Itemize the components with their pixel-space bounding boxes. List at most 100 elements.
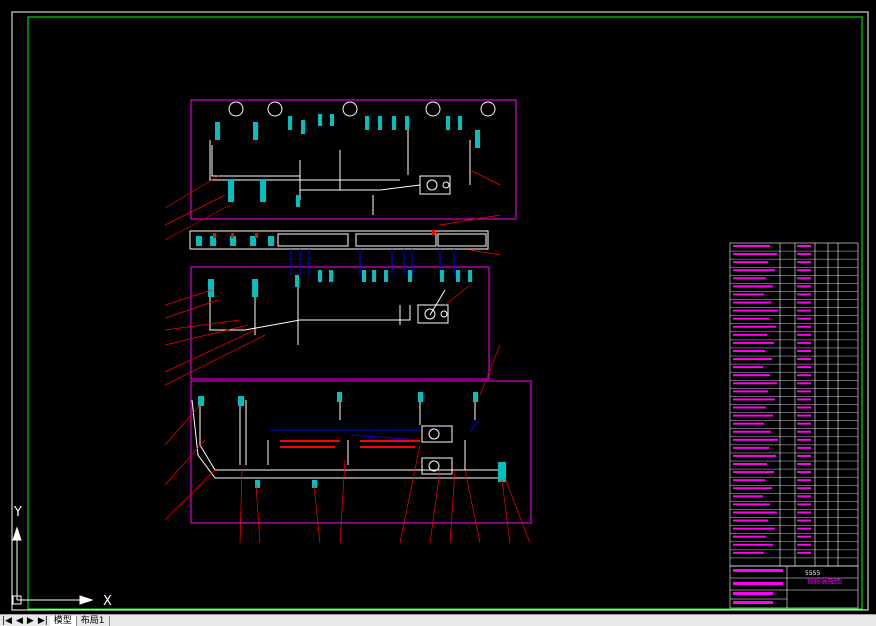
parts-row-qty: [797, 463, 811, 466]
parts-row-qty: [797, 358, 811, 361]
bottom-view-blue-lines: [270, 419, 479, 441]
title-block-drawing-title: 管路装配图: [807, 576, 842, 585]
parts-row-qty: [797, 309, 811, 312]
parts-row-qty: [797, 325, 811, 328]
parts-row-text: [733, 358, 772, 361]
parts-row-text: [733, 446, 769, 449]
prev-tab-button[interactable]: ◀: [14, 616, 25, 626]
parts-row-qty: [797, 245, 811, 247]
parts-row-text: [733, 463, 767, 466]
parts-row-text: [733, 366, 763, 369]
top-view-box: [190, 99, 517, 220]
parts-row-text: [733, 245, 770, 247]
parts-row-qty: [797, 366, 811, 369]
next-tab-button[interactable]: ▶: [25, 616, 36, 626]
parts-row-text: [733, 503, 770, 506]
parts-row-text: [733, 293, 764, 296]
parts-row-qty: [797, 253, 811, 256]
parts-row-text: [733, 261, 768, 264]
bottom-view-annotations: [280, 440, 420, 448]
parts-row-text: [733, 527, 775, 530]
tab-layout1[interactable]: 布局1: [77, 615, 110, 626]
parts-row-text: [733, 406, 766, 409]
parts-row-qty: [797, 422, 811, 425]
parts-row-text: [733, 277, 766, 280]
parts-row-text: [733, 309, 778, 312]
parts-row-qty: [797, 487, 811, 490]
parts-row-text: [733, 301, 771, 304]
bottom-view-pipes: [191, 399, 501, 479]
parts-row-qty: [797, 406, 811, 409]
parts-row-qty: [797, 543, 811, 546]
parts-row-qty: [797, 398, 811, 401]
top-view-pipes: [209, 130, 471, 215]
parts-row-text: [733, 317, 769, 320]
ucs-y-label: Y: [13, 505, 22, 520]
parts-row-qty: [797, 438, 811, 441]
valve-fittings-top: [215, 114, 480, 207]
parts-row-text: [733, 422, 764, 425]
parts-row-text: [733, 454, 776, 457]
ucs-x-label: X: [103, 594, 112, 609]
parts-row-qty: [797, 527, 811, 530]
middle-view-pipes: [209, 285, 446, 345]
parts-row-qty: [797, 382, 811, 385]
parts-row-text: [733, 253, 777, 256]
first-tab-button[interactable]: |◀: [0, 616, 14, 626]
parts-row-qty: [797, 390, 811, 393]
parts-row-qty: [797, 471, 811, 474]
parts-row-qty: [797, 374, 811, 377]
parts-row-qty: [797, 551, 811, 554]
parts-row-text: [733, 398, 775, 401]
parts-row-text: [733, 479, 765, 482]
ucs-icon: [12, 526, 94, 605]
parts-row-text: [733, 551, 764, 554]
parts-row-text: [733, 382, 777, 385]
pump-unit-middle: [417, 304, 449, 324]
parts-row-text: [733, 269, 775, 272]
parts-row-qty: [797, 269, 811, 272]
cad-drawing-canvas[interactable]: 管路装配图 5555 Y X: [0, 0, 876, 625]
parts-row-text: [733, 325, 776, 328]
parts-row-qty: [797, 349, 811, 352]
parts-row-qty: [797, 414, 811, 417]
parts-row-text: [733, 535, 766, 538]
parts-row-text: [733, 374, 770, 377]
parts-row-qty: [797, 454, 811, 457]
parts-row-text: [733, 349, 765, 352]
parts-row-qty: [797, 503, 811, 506]
parts-row-qty: [797, 293, 811, 296]
last-tab-button[interactable]: ▶|: [36, 616, 50, 626]
parts-row-text: [733, 543, 773, 546]
parts-row-text: [733, 438, 778, 441]
parts-row-qty: [797, 479, 811, 482]
parts-row-qty: [797, 285, 811, 288]
tab-model[interactable]: 模型: [49, 615, 77, 626]
parts-row-qty: [797, 317, 811, 320]
layout-tab-bar: |◀ ◀ ▶ ▶| 模型 布局1: [0, 614, 876, 626]
parts-row-qty: [797, 430, 811, 433]
parts-row-text: [733, 471, 774, 474]
manifold-fittings: [196, 236, 274, 246]
parts-row-qty: [797, 519, 811, 522]
parts-row-qty: [797, 511, 811, 514]
parts-row-qty: [797, 261, 811, 264]
parts-row-qty: [797, 535, 811, 538]
leader-lines: [164, 169, 531, 544]
parts-row-text: [733, 341, 774, 344]
parts-row-qty: [797, 446, 811, 449]
parts-row-qty: [797, 301, 811, 304]
parts-row-text: [733, 430, 771, 433]
middle-view-fittings: [208, 270, 472, 297]
pump-units-bottom: [421, 425, 453, 475]
pump-unit-top: [419, 175, 451, 195]
parts-row-text: [733, 495, 763, 498]
parts-row-qty: [797, 333, 811, 336]
parts-row-text: [733, 285, 773, 288]
parts-row-text: [733, 414, 773, 417]
pressure-gauges-top: [228, 101, 496, 117]
title-block-stamp: 5555: [805, 570, 820, 577]
parts-list-rows: [730, 245, 858, 559]
parts-row-text: [733, 333, 767, 336]
bottom-view-fittings: [198, 392, 506, 488]
